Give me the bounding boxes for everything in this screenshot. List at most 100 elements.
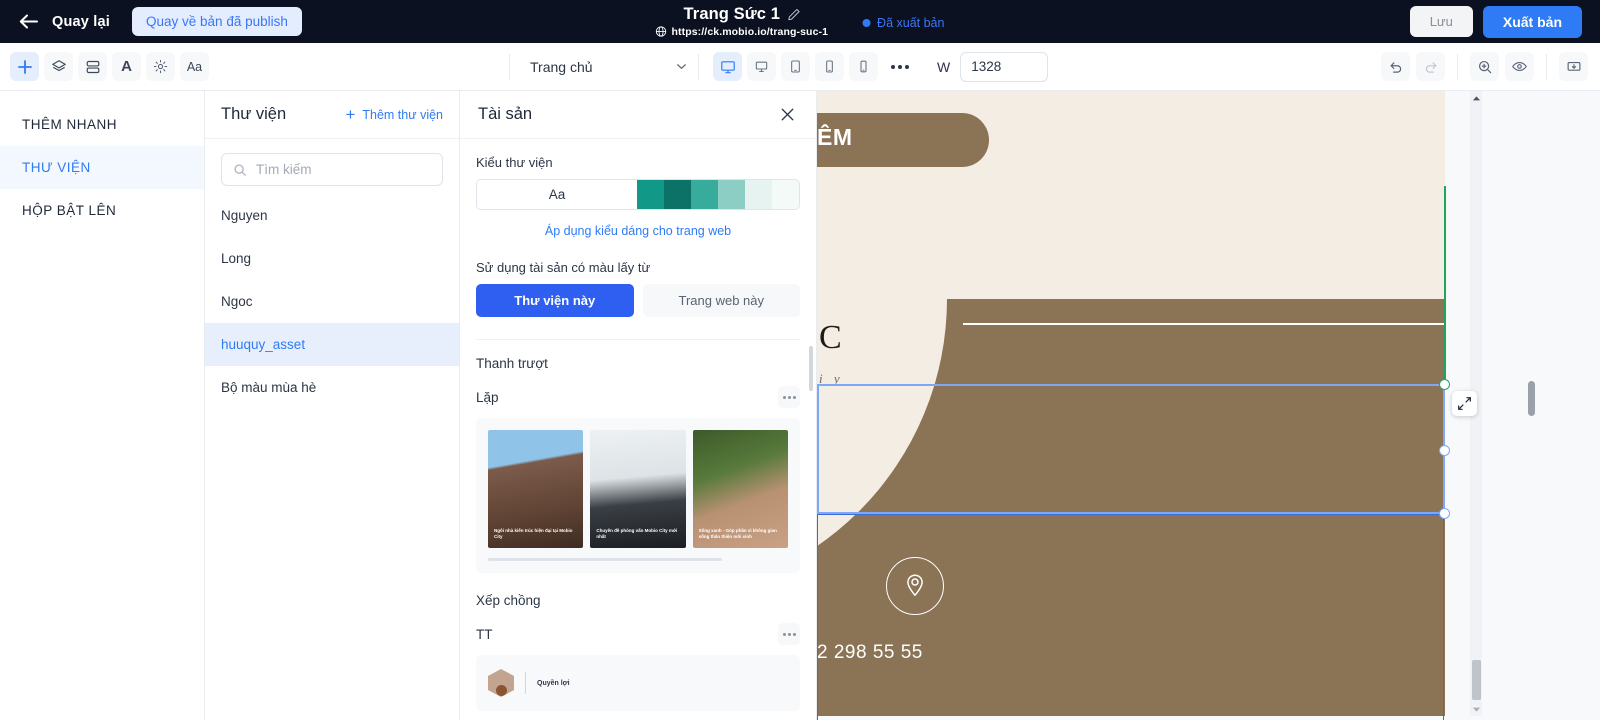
color-swatch-4[interactable] xyxy=(718,180,745,209)
pencil-icon[interactable] xyxy=(787,8,800,21)
preview-card-3[interactable]: Sống xanh - Góp phần vì không gian sống … xyxy=(692,430,788,548)
search-input[interactable] xyxy=(256,162,431,177)
add-icon[interactable] xyxy=(10,52,39,81)
canvas-drag-handle[interactable] xyxy=(1528,381,1535,416)
mobile-landscape-icon[interactable] xyxy=(815,52,844,81)
text-bold-icon[interactable]: A xyxy=(112,52,141,81)
status-label: Đã xuất bản xyxy=(877,15,945,30)
preview-card-1[interactable]: Ngôi nhà kiến trúc hiện đại tại Mobio Ci… xyxy=(488,430,584,548)
page-url-row[interactable]: https://ck.mobio.io/trang-suc-1 xyxy=(655,26,829,38)
color-swatch-5[interactable] xyxy=(745,180,772,209)
search-box[interactable] xyxy=(221,153,443,186)
list-item[interactable]: Ngoc xyxy=(205,280,459,323)
ellipsis-icon[interactable] xyxy=(778,623,800,645)
sections-icon[interactable] xyxy=(78,52,107,81)
stack-preview-card[interactable]: Quyền lợi xyxy=(476,655,800,711)
sidebar-item-thu-vien[interactable]: THƯ VIỆN xyxy=(0,146,204,189)
width-input[interactable] xyxy=(960,51,1049,82)
redo-icon[interactable] xyxy=(1416,52,1445,81)
back-label[interactable]: Quay lại xyxy=(52,14,110,30)
source-option-website[interactable]: Trang web này xyxy=(642,284,800,317)
page-selector-value: Trang chủ xyxy=(530,58,593,75)
hero-heading[interactable]: ÊM xyxy=(817,124,853,151)
list-item[interactable]: Long xyxy=(205,237,459,280)
ellipsis-icon[interactable] xyxy=(778,386,800,408)
asset-panel-header: Tài sản xyxy=(460,91,816,139)
library-style-preview[interactable]: Aa xyxy=(476,179,800,210)
plus-icon: + xyxy=(345,105,356,124)
color-swatch-3[interactable] xyxy=(691,180,718,209)
topbar-right-group: Lưu Xuất bản xyxy=(1409,5,1600,38)
eye-icon[interactable] xyxy=(1505,52,1534,81)
page-title: Trang Sức 1 xyxy=(683,4,781,23)
stack-item-name: TT xyxy=(476,626,493,642)
asset-panel-scrollbar-thumb[interactable] xyxy=(809,346,813,391)
canvas-scrollbar-thumb[interactable] xyxy=(1472,660,1481,700)
top-bar: Quay lại Quay về bản đã publish Trang Sứ… xyxy=(0,0,1600,43)
library-header: Thư viện + Thêm thư viện xyxy=(205,91,459,139)
layers-icon[interactable] xyxy=(44,52,73,81)
toolbar-divider-3 xyxy=(1457,53,1458,80)
hexagon-logo-icon xyxy=(488,669,514,697)
preview-horizontal-scrollbar[interactable] xyxy=(488,558,722,561)
sidebar-item-hop-bat-len[interactable]: HỘP BẬT LÊN xyxy=(0,189,204,232)
preview-card-caption: Ngôi nhà kiến trúc hiện đại tại Mobio Ci… xyxy=(494,527,573,540)
library-list: Nguyen Long Ngoc huuquy_asset Bộ màu mùa… xyxy=(205,194,459,720)
status-dot-icon xyxy=(862,18,871,27)
arrow-left-icon[interactable] xyxy=(18,12,38,32)
color-swatch-1[interactable] xyxy=(637,180,664,209)
toolbar-divider-4 xyxy=(1546,53,1547,80)
sidebar-item-label: THƯ VIỆN xyxy=(22,160,91,175)
title-row: Trang Sức 1 xyxy=(684,5,801,24)
preview-cards-row: Ngôi nhà kiến trúc hiện đại tại Mobio Ci… xyxy=(488,430,788,548)
settings-gear-icon[interactable] xyxy=(146,52,175,81)
add-library-button[interactable]: + Thêm thư viện xyxy=(345,106,443,123)
caret-up-icon[interactable] xyxy=(1470,91,1482,105)
list-item[interactable]: Nguyen xyxy=(205,194,459,237)
ellipsis-icon[interactable] xyxy=(887,54,913,80)
stack-card-label: Quyền lợi xyxy=(537,679,570,687)
resize-handle-bottom[interactable] xyxy=(1439,508,1450,519)
mobile-icon[interactable] xyxy=(849,52,878,81)
caret-down-icon[interactable] xyxy=(1470,702,1482,716)
close-icon[interactable] xyxy=(776,104,798,126)
slider-preview-card[interactable]: Ngôi nhà kiến trúc hiện đại tại Mobio Ci… xyxy=(476,418,800,573)
publish-button[interactable]: Xuất bản xyxy=(1482,5,1582,38)
resize-handle-top[interactable] xyxy=(1439,379,1450,390)
source-segmented-control: Thư viện này Trang web này xyxy=(476,284,800,317)
library-title: Thư viện xyxy=(221,105,287,123)
color-swatch-6[interactable] xyxy=(772,180,799,209)
asset-panel-title: Tài sản xyxy=(478,105,533,123)
zoom-in-icon[interactable] xyxy=(1470,52,1499,81)
resize-handle-middle[interactable] xyxy=(1439,445,1450,456)
preview-card-2[interactable]: Chuyên đề phỏng vấn Mobio City mới nhất xyxy=(590,430,686,548)
preview-card-caption: Chuyên đề phỏng vấn Mobio City mới nhất xyxy=(596,527,678,540)
source-option-library[interactable]: Thư viện này xyxy=(476,284,634,317)
list-item[interactable]: Bộ màu mùa hè xyxy=(205,366,459,409)
logo-letter: C xyxy=(819,319,842,356)
undo-icon[interactable] xyxy=(1381,52,1410,81)
tablet-icon[interactable] xyxy=(781,52,810,81)
library-search-wrap xyxy=(205,139,459,194)
list-item-selected[interactable]: huuquy_asset xyxy=(205,323,459,366)
resize-diagonal-icon[interactable] xyxy=(1452,391,1477,416)
slider-item-name: Lặp xyxy=(476,389,499,405)
desktop-icon[interactable] xyxy=(747,52,776,81)
color-swatch-2[interactable] xyxy=(664,180,691,209)
library-item-label: Long xyxy=(221,251,252,266)
back-to-published-button[interactable]: Quay về bản đã publish xyxy=(132,7,302,36)
library-item-label: Ngoc xyxy=(221,294,253,309)
width-control: W xyxy=(937,51,1049,82)
typography-icon[interactable]: Aa xyxy=(180,52,209,81)
device-preview-group xyxy=(699,52,913,81)
site-preview[interactable]: ÊM C i y 2 298 55 55 ộc về Mobio xyxy=(817,91,1445,716)
library-item-label: Bộ màu mùa hè xyxy=(221,380,317,395)
slider-group-title: Thanh trượt xyxy=(476,356,548,371)
canvas-area[interactable]: ÊM C i y 2 298 55 55 ộc về Mobio xyxy=(817,91,1600,720)
page-selector[interactable]: Trang chủ xyxy=(526,51,698,83)
apply-style-link[interactable]: Áp dụng kiểu dáng cho trang web xyxy=(476,224,800,238)
desktop-large-icon[interactable] xyxy=(713,52,742,81)
sidebar-item-them-nhanh[interactable]: THÊM NHANH xyxy=(0,103,204,146)
save-button[interactable]: Lưu xyxy=(1409,6,1473,37)
present-icon[interactable] xyxy=(1559,52,1588,81)
